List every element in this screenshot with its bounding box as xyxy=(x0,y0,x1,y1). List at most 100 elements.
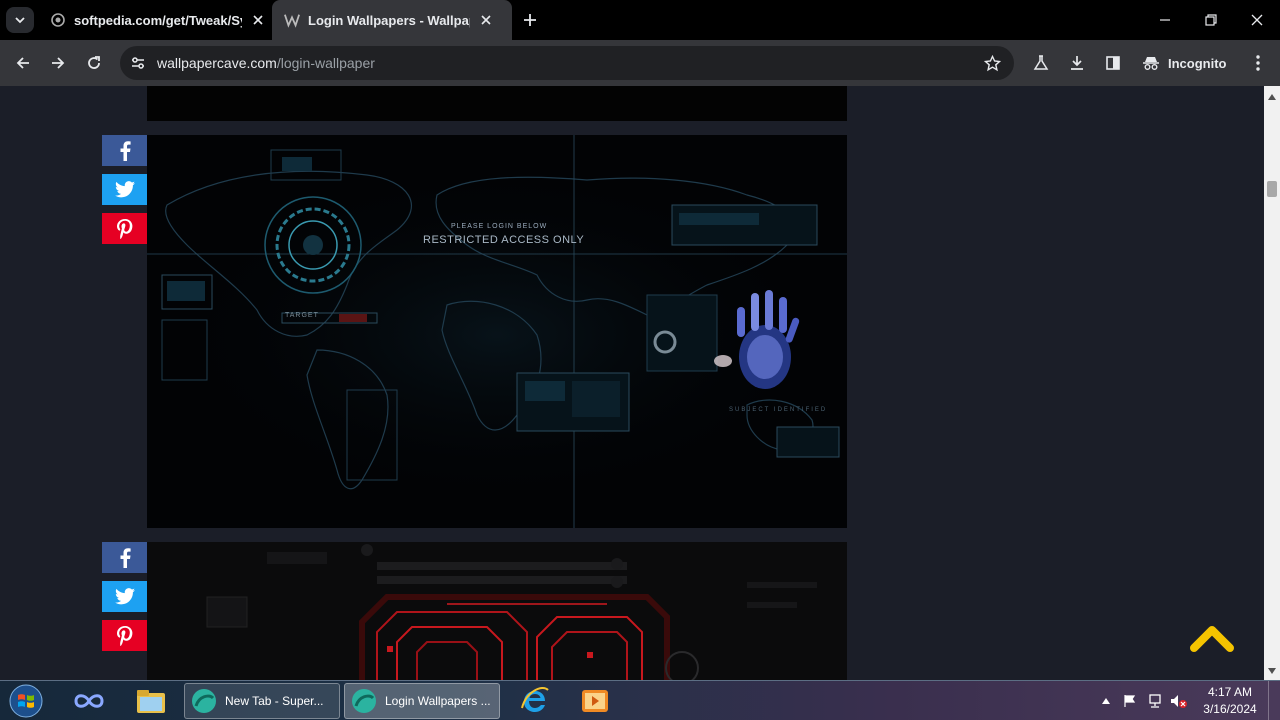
labs-button[interactable] xyxy=(1026,48,1056,78)
triangle-up-icon xyxy=(1102,698,1110,704)
minimize-icon xyxy=(1160,19,1170,21)
plus-icon xyxy=(524,14,536,26)
browser-app-icon xyxy=(192,689,216,713)
volume-muted-icon xyxy=(1171,695,1187,708)
restore-button[interactable] xyxy=(1188,0,1234,40)
arrow-left-icon xyxy=(16,57,29,69)
pinterest-share-button[interactable] xyxy=(102,620,147,651)
system-clock[interactable]: 4:17 AM 3/16/2024 xyxy=(1196,684,1264,718)
close-icon xyxy=(1251,14,1263,26)
restore-icon xyxy=(1205,14,1217,26)
taskbar-app-explorer[interactable] xyxy=(128,684,174,718)
clock-date: 3/16/2024 xyxy=(1203,702,1257,716)
incognito-indicator[interactable]: Incognito xyxy=(1142,52,1227,74)
infinity-icon xyxy=(74,694,104,708)
url-domain: wallpapercave.com xyxy=(157,55,277,71)
softpedia-icon xyxy=(50,12,66,28)
tab-strip: softpedia.com/get/Tweak/Syst Login Wallp… xyxy=(0,0,1280,40)
task-label: New Tab - Super... xyxy=(225,694,324,708)
media-player-icon xyxy=(582,690,608,712)
browser-toolbar: wallpapercave.com/login-wallpaper Incogn… xyxy=(0,40,1280,86)
more-vertical-icon xyxy=(1256,55,1260,71)
flask-icon xyxy=(1033,55,1049,70)
side-panel-icon xyxy=(1106,56,1120,70)
reload-button[interactable] xyxy=(79,48,109,78)
facebook-icon xyxy=(120,140,131,161)
page-viewport: PLEASE LOGIN BELOW RESTRICTED ACCESS ONL… xyxy=(0,86,1264,680)
wallpaper-image[interactable] xyxy=(147,86,847,121)
scrollbar-thumb[interactable] xyxy=(1267,181,1277,197)
download-icon xyxy=(1071,56,1083,70)
wallpaper-image[interactable]: PLEASE LOGIN BELOW RESTRICTED ACCESS ONL… xyxy=(147,135,847,528)
taskbar-task-login-wallpapers[interactable]: Login Wallpapers ... xyxy=(344,683,500,719)
back-to-top-button[interactable] xyxy=(1190,624,1234,654)
tab-login-wallpapers[interactable]: Login Wallpapers - Wallpaper xyxy=(272,0,512,40)
clock-time: 4:17 AM xyxy=(1207,685,1253,699)
taskbar: New Tab - Super... Login Wallpapers ... … xyxy=(0,680,1280,720)
url-path: /login-wallpaper xyxy=(276,55,375,71)
chevron-down-icon xyxy=(15,17,25,24)
triangle-up-icon xyxy=(1268,94,1276,100)
tab-title: softpedia.com/get/Tweak/Syst xyxy=(74,12,242,28)
pinterest-icon xyxy=(116,625,132,646)
tab-title: Login Wallpapers - Wallpaper xyxy=(308,12,470,28)
folder-icon xyxy=(137,690,165,713)
incognito-icon xyxy=(1143,57,1159,70)
incognito-label: Incognito xyxy=(1168,55,1227,71)
page-scrollbar[interactable] xyxy=(1264,86,1280,680)
tray-action-center[interactable] xyxy=(1120,681,1140,720)
side-panel-button[interactable] xyxy=(1098,48,1128,78)
pinterest-share-button[interactable] xyxy=(102,213,147,244)
twitter-share-button[interactable] xyxy=(102,581,147,612)
windows-logo-icon xyxy=(9,684,43,718)
circuit-board-illustration xyxy=(147,542,847,680)
address-bar[interactable]: wallpapercave.com/login-wallpaper xyxy=(120,46,1014,80)
twitter-icon xyxy=(114,588,135,605)
forward-button[interactable] xyxy=(43,48,73,78)
start-button[interactable] xyxy=(6,682,46,720)
screen: softpedia.com/get/Tweak/Syst Login Wallp… xyxy=(0,0,1280,720)
taskbar-app-infinity[interactable] xyxy=(66,684,112,718)
bookmark-star-icon[interactable] xyxy=(982,53,1002,73)
flag-icon xyxy=(1124,695,1136,707)
minimize-button[interactable] xyxy=(1142,0,1188,40)
taskbar-app-internet-explorer[interactable] xyxy=(512,684,558,718)
arrow-right-icon xyxy=(52,57,65,69)
menu-button[interactable] xyxy=(1243,48,1273,78)
twitter-share-button[interactable] xyxy=(102,174,147,205)
tab-softpedia[interactable]: softpedia.com/get/Tweak/Syst xyxy=(44,0,272,40)
pinterest-icon xyxy=(116,218,132,239)
facebook-share-button[interactable] xyxy=(102,542,147,573)
network-icon xyxy=(1149,694,1161,708)
close-icon[interactable] xyxy=(248,10,268,30)
tray-network[interactable] xyxy=(1144,681,1166,720)
downloads-button[interactable] xyxy=(1062,48,1092,78)
browser-app-icon xyxy=(352,689,376,713)
taskbar-task-new-tab[interactable]: New Tab - Super... xyxy=(184,683,340,719)
subject-label: SUBJECT IDENTIFIED xyxy=(729,407,828,413)
new-tab-button[interactable] xyxy=(518,8,542,32)
tab-search-button[interactable] xyxy=(6,7,34,33)
close-window-button[interactable] xyxy=(1234,0,1280,40)
task-label: Login Wallpapers ... xyxy=(385,694,491,708)
site-settings-icon[interactable] xyxy=(128,53,148,73)
triangle-down-icon xyxy=(1268,668,1276,674)
wallpapercave-icon xyxy=(284,12,300,28)
close-icon[interactable] xyxy=(476,10,496,30)
scroll-up-button[interactable] xyxy=(1264,90,1280,104)
facebook-share-button[interactable] xyxy=(102,135,147,166)
back-button[interactable] xyxy=(8,48,38,78)
wallpaper-image[interactable] xyxy=(147,542,847,680)
target-label: TARGET xyxy=(285,312,319,319)
taskbar-app-media-player[interactable] xyxy=(572,684,618,718)
login-prompt-large: RESTRICTED ACCESS ONLY xyxy=(423,234,585,246)
twitter-icon xyxy=(114,181,135,198)
show-desktop-button[interactable] xyxy=(1268,681,1280,720)
world-map-illustration xyxy=(147,135,847,528)
tray-volume[interactable] xyxy=(1168,681,1190,720)
internet-explorer-icon xyxy=(521,687,549,712)
show-hidden-icons-button[interactable] xyxy=(1098,681,1114,720)
url-text: wallpapercave.com/login-wallpaper xyxy=(157,55,375,71)
facebook-icon xyxy=(120,547,131,568)
scroll-down-button[interactable] xyxy=(1264,664,1280,678)
